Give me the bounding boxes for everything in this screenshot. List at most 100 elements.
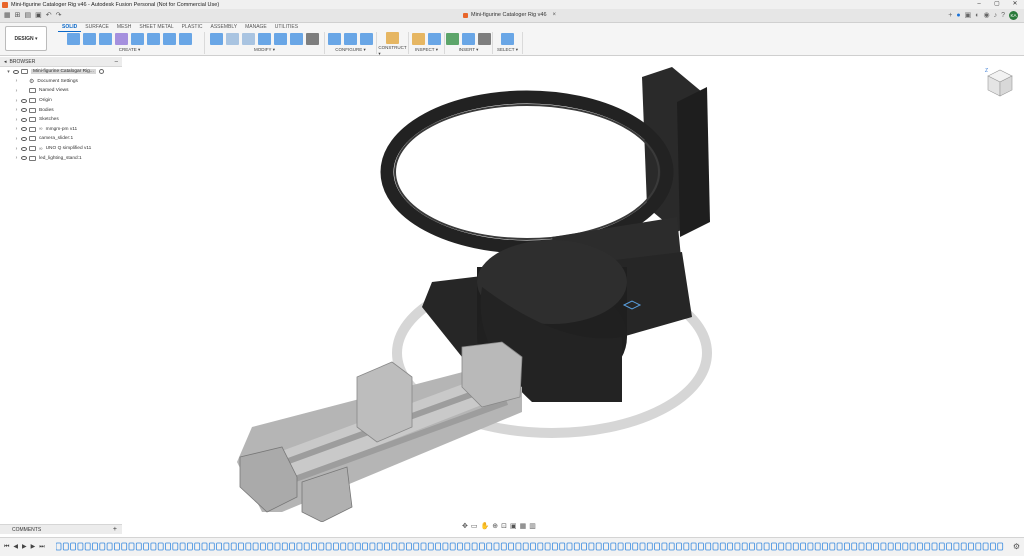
timeline-feature[interactable] <box>836 542 843 551</box>
timeline-feature[interactable] <box>435 542 442 551</box>
timeline-feature[interactable] <box>92 542 98 551</box>
visibility-eye-icon[interactable] <box>21 117 27 122</box>
timeline-feature[interactable] <box>756 542 763 551</box>
timeline-feature[interactable] <box>522 542 529 551</box>
tool-icon[interactable] <box>360 33 373 45</box>
timeline-feature[interactable] <box>245 542 252 551</box>
timeline-feature[interactable] <box>997 542 1004 551</box>
timeline-feature[interactable] <box>931 542 938 551</box>
browser-item[interactable]: › ∞ UNO Q simplified v11 <box>0 144 122 154</box>
timeline-feature[interactable] <box>705 542 712 551</box>
timeline-feature[interactable] <box>311 542 317 551</box>
tool-group-label[interactable]: SELECT ▾ <box>497 47 518 53</box>
tab-solid[interactable]: SOLID <box>58 24 82 32</box>
timeline-feature[interactable] <box>902 542 909 551</box>
timeline-feature[interactable] <box>661 542 668 551</box>
timeline-feature[interactable] <box>376 542 383 551</box>
timeline-feature[interactable] <box>807 542 814 551</box>
timeline-feature[interactable] <box>982 542 989 551</box>
timeline-feature[interactable] <box>559 542 566 551</box>
browser-root-node[interactable]: ▾ Mini-figurine Catalogar Rig... <box>0 67 122 77</box>
tool-group-label[interactable]: CREATE ▾ <box>119 47 140 53</box>
file-menu-icon[interactable]: ▤ <box>25 12 32 20</box>
timeline-feature[interactable] <box>690 542 697 551</box>
browser-toggle-icon[interactable]: ◂ <box>4 59 7 65</box>
expand-arrow-icon[interactable]: › <box>14 78 19 84</box>
timeline-feature[interactable] <box>179 542 186 551</box>
timeline-feature[interactable] <box>544 542 551 551</box>
timeline-feature[interactable] <box>865 542 872 551</box>
undo-icon[interactable]: ↶ <box>46 12 52 20</box>
tool-icon[interactable] <box>478 33 491 45</box>
timeline-feature[interactable] <box>230 542 237 551</box>
collapse-icon[interactable]: – <box>115 59 118 65</box>
timeline-feature[interactable] <box>588 542 595 551</box>
timeline-feature[interactable] <box>646 542 653 551</box>
minimize-icon[interactable]: – <box>970 0 988 9</box>
browser-item[interactable]: › Origin <box>0 96 122 106</box>
tool-icon[interactable] <box>99 33 112 45</box>
pan-icon[interactable]: ✋ <box>481 522 490 532</box>
timeline-feature[interactable] <box>362 542 369 551</box>
timeline-feature[interactable] <box>62 542 69 551</box>
timeline-feature[interactable] <box>530 542 536 551</box>
timeline-feature[interactable] <box>405 542 412 551</box>
tool-group-label[interactable]: INSERT ▾ <box>459 47 479 53</box>
timeline-feature[interactable] <box>267 542 274 551</box>
timeline-feature[interactable] <box>727 542 733 551</box>
timeline-feature[interactable] <box>77 542 84 551</box>
timeline-feature[interactable] <box>427 542 434 551</box>
timeline-feature[interactable] <box>186 542 193 551</box>
online-status-icon[interactable]: ◐ <box>975 11 979 20</box>
viewports-icon[interactable]: ▥ <box>529 522 536 532</box>
timeline-feature[interactable] <box>340 542 347 551</box>
canvas-viewport[interactable] <box>122 57 1024 523</box>
timeline-feature[interactable] <box>625 542 631 551</box>
timeline-feature[interactable] <box>303 542 310 551</box>
tab-sheet-metal[interactable]: SHEET METAL <box>135 24 177 32</box>
timeline-feature[interactable] <box>676 542 682 551</box>
timeline-feature[interactable] <box>457 542 463 551</box>
timeline-feature[interactable] <box>84 542 91 551</box>
extensions-icon[interactable]: ● <box>956 11 960 20</box>
tool-icon[interactable] <box>290 33 303 45</box>
timeline-feature[interactable] <box>128 542 135 551</box>
timeline-feature[interactable] <box>208 542 215 551</box>
timeline-feature[interactable] <box>478 542 485 551</box>
timeline-feature[interactable] <box>698 542 704 551</box>
timeline-feature[interactable] <box>493 542 500 551</box>
expand-arrow-icon[interactable]: › <box>14 107 19 113</box>
close-icon[interactable]: ✕ <box>1006 0 1024 9</box>
timeline-feature[interactable] <box>150 542 157 551</box>
timeline-feature[interactable] <box>990 542 996 551</box>
browser-item[interactable]: › Sketches <box>0 115 122 125</box>
timeline-feature[interactable] <box>610 542 617 551</box>
timeline-feature[interactable] <box>814 542 821 551</box>
timeline-feature[interactable] <box>508 542 515 551</box>
timeline-feature[interactable] <box>296 542 303 551</box>
timeline-feature[interactable] <box>318 542 325 551</box>
view-cube[interactable]: Z <box>984 66 1014 102</box>
timeline-feature[interactable] <box>887 542 894 551</box>
timeline-feature[interactable] <box>143 542 149 551</box>
timeline-feature[interactable] <box>500 542 507 551</box>
expand-arrow-icon[interactable]: › <box>14 98 19 104</box>
tool-icon[interactable] <box>226 33 239 45</box>
tool-icon[interactable] <box>501 33 514 45</box>
tab-mesh[interactable]: MESH <box>113 24 135 32</box>
timeline-feature[interactable] <box>960 542 967 551</box>
notifications-icon[interactable]: ◉ <box>983 11 989 20</box>
redo-icon[interactable]: ↷ <box>56 12 62 20</box>
timeline-feature[interactable] <box>800 542 806 551</box>
tool-group-label[interactable]: MODIFY ▾ <box>254 47 275 53</box>
expand-arrow-icon[interactable]: › <box>14 126 19 132</box>
timeline-feature[interactable] <box>851 542 858 551</box>
timeline-feature[interactable] <box>953 542 960 551</box>
expand-arrow-icon[interactable]: › <box>14 146 19 152</box>
browser-item[interactable]: › ∞ mmgm-pm v11 <box>0 125 122 135</box>
timeline-feature[interactable] <box>135 542 142 551</box>
timeline-feature[interactable] <box>917 542 923 551</box>
timeline-feature[interactable] <box>573 542 580 551</box>
visibility-eye-icon[interactable] <box>13 69 19 74</box>
tool-icon[interactable] <box>115 33 128 45</box>
